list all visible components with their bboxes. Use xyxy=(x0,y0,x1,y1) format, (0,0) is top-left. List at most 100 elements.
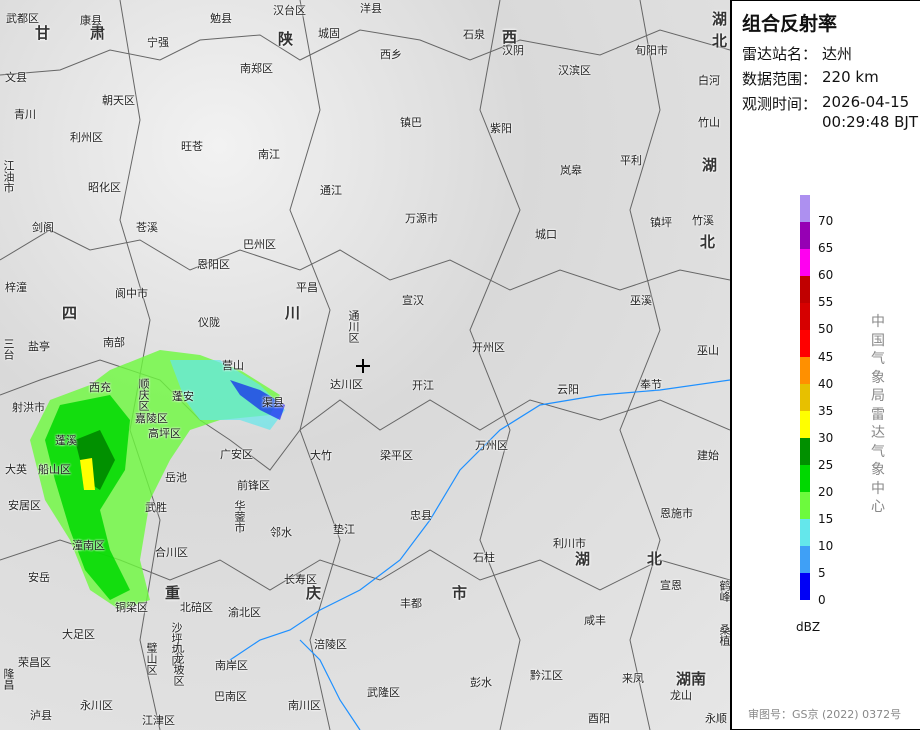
place-label: 南岸区 xyxy=(215,659,248,672)
legend-swatch xyxy=(800,195,810,222)
place-label: 长寿区 xyxy=(284,573,317,586)
place-label: 永川区 xyxy=(80,699,113,712)
place-label: 石泉 xyxy=(463,28,485,41)
map-approval-number: 审图号：GS京 (2022) 0372号 xyxy=(748,708,902,721)
time-value: 00:29:48 BJT xyxy=(822,113,919,131)
place-label: 隆昌 xyxy=(2,668,15,690)
place-label: 南川区 xyxy=(288,699,321,712)
place-label: 安岳 xyxy=(28,571,50,584)
place-label: 盐亭 xyxy=(28,340,50,353)
place-label: 鹤峰 xyxy=(718,580,730,602)
place-label: 咸丰 xyxy=(584,614,606,627)
legend-swatch xyxy=(800,303,810,330)
legend-tick: 20 xyxy=(818,485,834,499)
legend-swatch xyxy=(800,384,810,411)
place-label: 船山区 xyxy=(38,463,71,476)
place-label: 南江 xyxy=(258,148,280,161)
place-label: 前锋区 xyxy=(237,479,270,492)
place-label: 潼南区 xyxy=(72,539,105,552)
place-label: 永顺 xyxy=(705,712,727,725)
province-label: 湖南 xyxy=(676,670,707,688)
legend-swatch xyxy=(800,330,810,357)
place-label: 宁强 xyxy=(147,36,169,49)
place-label: 康县 xyxy=(80,14,102,27)
place-label: 万源市 xyxy=(405,212,438,225)
place-label: 北碚区 xyxy=(180,601,213,614)
province-label: 市 xyxy=(452,584,468,602)
legend-tick: 50 xyxy=(818,322,834,337)
place-label: 苍溪 xyxy=(136,221,158,234)
place-label: 西乡 xyxy=(380,48,402,61)
legend-tick: 40 xyxy=(818,376,834,391)
legend-swatch xyxy=(800,573,810,600)
place-label: 仪陇 xyxy=(198,316,220,329)
place-label: 宣汉 xyxy=(402,294,424,307)
place-label: 龙山 xyxy=(670,689,692,702)
place-label: 铜梁区 xyxy=(115,601,148,614)
legend-swatch xyxy=(800,465,810,492)
product-title: 组合反射率 xyxy=(742,13,838,35)
place-label: 江津区 xyxy=(142,714,175,727)
place-label: 顺庆区 xyxy=(137,378,150,411)
legend-tick: 0 xyxy=(818,593,826,608)
place-label: 恩施市 xyxy=(660,507,693,520)
place-label: 城口 xyxy=(535,228,557,241)
place-label: 来凤 xyxy=(622,672,644,685)
place-label: 合川区 xyxy=(155,546,188,559)
place-label: 巫山 xyxy=(697,344,719,357)
place-label: 剑阁 xyxy=(32,221,54,234)
date-value: 2026-04-15 xyxy=(822,93,910,111)
place-label: 渝北区 xyxy=(228,606,261,619)
legend-swatch xyxy=(800,411,810,438)
place-label: 华蓥市 xyxy=(233,500,246,533)
place-label: 通川区 xyxy=(347,310,360,343)
place-label: 万州区 xyxy=(475,439,508,452)
time-label: 观测时间： xyxy=(742,95,818,113)
time-row: 观测时间： 2026-04-15 00:29:48 BJT xyxy=(742,93,918,131)
province-label: 北 xyxy=(700,233,716,251)
place-label: 射洪市 xyxy=(12,401,45,414)
place-label: 竹山 xyxy=(698,116,720,129)
place-label: 洋县 xyxy=(360,2,382,15)
legend-tick: 5 xyxy=(818,566,826,581)
legend-tick: 65 xyxy=(818,241,834,256)
map-overlay xyxy=(0,0,730,730)
place-label: 南部 xyxy=(103,336,125,349)
place-label: 璧山区 xyxy=(145,642,158,675)
info-panel: 组合反射率 雷达站名： 达州 数据范围： 220 km 观测时间： 2026-0… xyxy=(730,0,920,730)
province-label: 北 xyxy=(647,550,663,568)
place-label: 桑植 xyxy=(718,624,730,646)
legend-tick: 45 xyxy=(818,349,834,364)
place-label: 青川 xyxy=(14,108,36,121)
place-label: 利州区 xyxy=(70,131,103,144)
place-label: 梁平区 xyxy=(380,449,413,462)
place-label: 邻水 xyxy=(270,526,292,539)
place-label: 蓬安 xyxy=(172,390,194,403)
range-label: 数据范围： xyxy=(742,70,818,88)
legend-tick: 60 xyxy=(818,268,834,283)
legend-tick: 35 xyxy=(818,403,834,418)
legend-tick: 70 xyxy=(818,214,834,228)
place-label: 汉台区 xyxy=(273,4,306,17)
place-label: 镇坪 xyxy=(650,216,672,229)
place-label: 酉阳 xyxy=(588,712,610,725)
place-label: 平利 xyxy=(620,154,642,167)
legend-tick: 25 xyxy=(818,457,834,472)
legend-unit: dBZ xyxy=(796,620,821,634)
radar-map[interactable]: 甘肃陕西湖北湖北四川湖北重庆市湖南 武都区 康县 勉县 汉台区 洋县 石泉 汉阴 旬阳市 白河 宁强… xyxy=(0,0,730,730)
place-label: 彭水 xyxy=(470,676,492,689)
place-label: 巫溪 xyxy=(630,294,652,307)
place-label: 蓬溪 xyxy=(55,434,77,447)
place-label: 武胜 xyxy=(145,501,167,514)
place-label: 嘉陵区 xyxy=(135,412,168,425)
place-label: 南郑区 xyxy=(240,62,273,75)
place-label: 三台 xyxy=(2,338,15,360)
place-label: 武隆区 xyxy=(367,686,400,699)
range-row: 数据范围： 220 km xyxy=(742,68,879,89)
province-label: 湖 xyxy=(702,156,718,174)
place-label: 丰都 xyxy=(400,597,422,610)
place-label: 平昌 xyxy=(296,281,318,294)
legend-swatch xyxy=(800,222,810,249)
place-label: 忠县 xyxy=(410,509,432,522)
legend-tick: 30 xyxy=(818,430,834,445)
